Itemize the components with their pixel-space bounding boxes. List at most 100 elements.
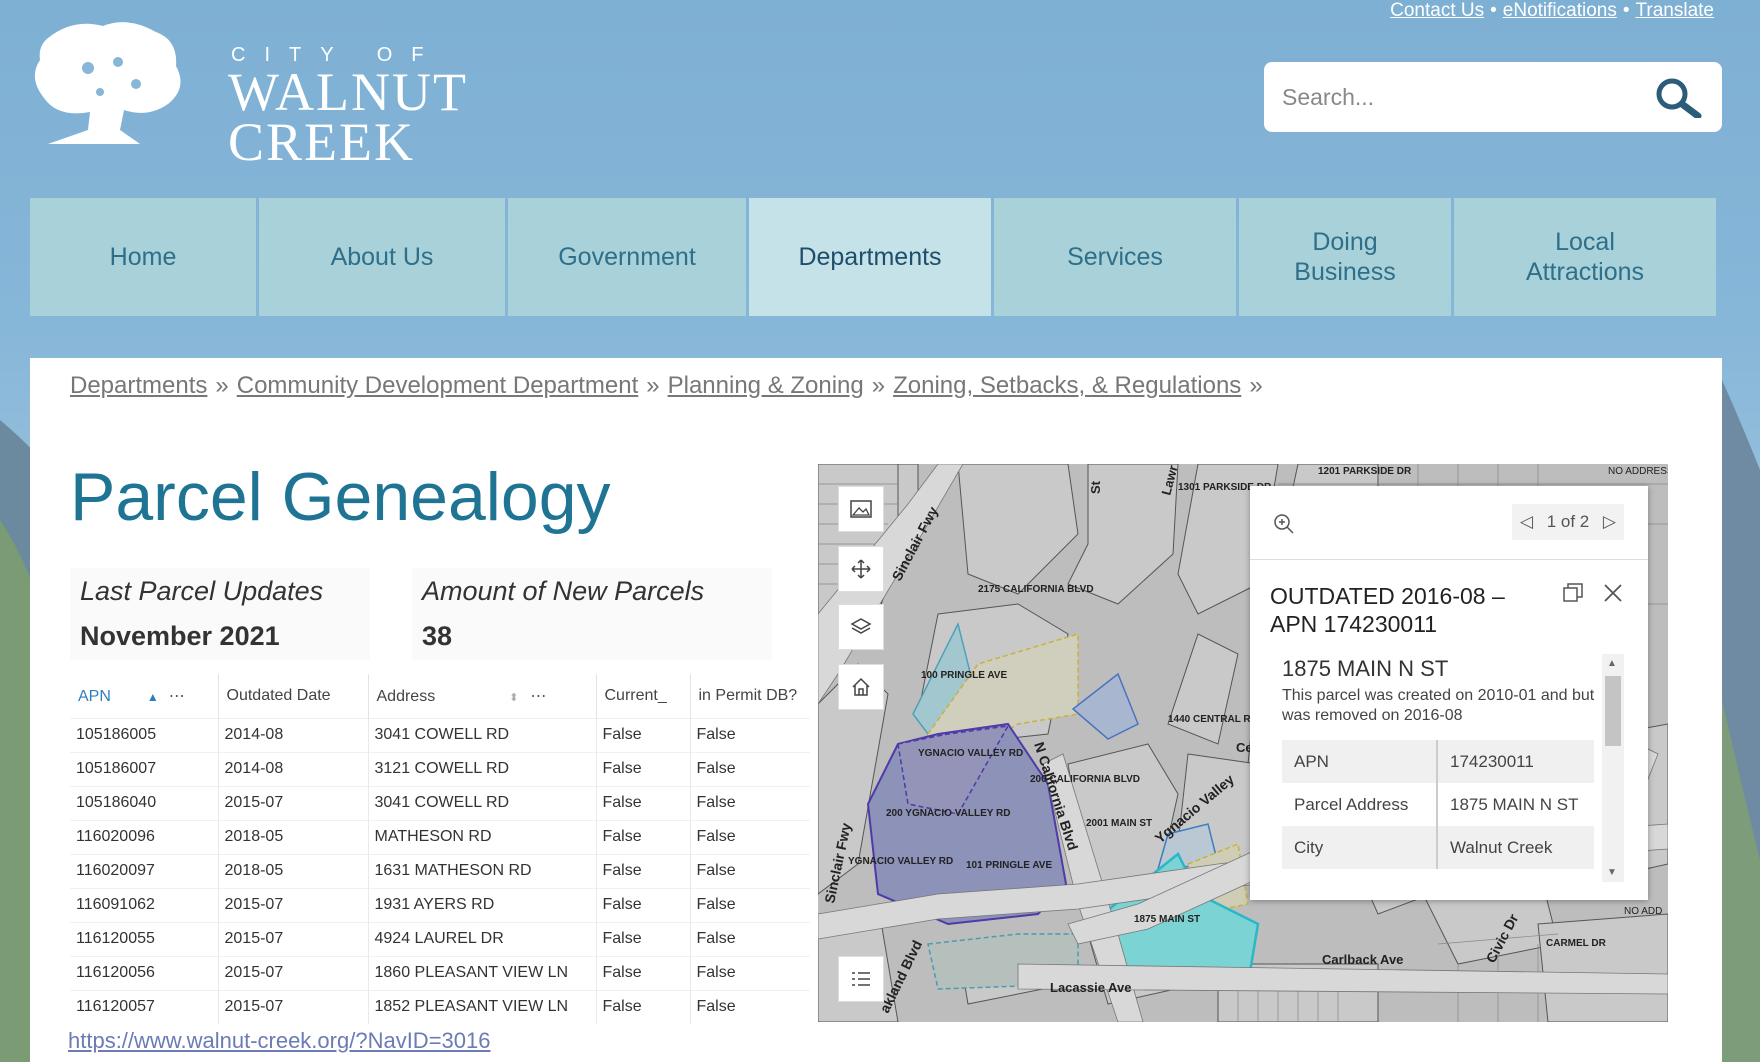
map-label-carlback: Carlback Ave — [1322, 952, 1403, 967]
breadcrumb-community-development[interactable]: Community Development Department — [237, 372, 639, 399]
previous-feature-icon[interactable]: ◁ — [1520, 512, 1533, 532]
table-cell: 2015-07 — [218, 887, 369, 922]
table-header-row: APN ▲ ⋯ Outdated Date Address ⬍ ⋯ Current_ i… — [70, 674, 810, 718]
legend-button[interactable] — [838, 956, 884, 1002]
table-cell: 2018-05 — [218, 819, 369, 854]
table-row[interactable]: 105186040 2015-07 3041 COWELL RD False False — [70, 785, 810, 820]
nav-home[interactable]: Home — [30, 198, 256, 316]
popup-address: 1875 MAIN N ST — [1282, 656, 1449, 681]
page-url-link[interactable]: https://www.walnut-creek.org/?NavID=3016 — [68, 1028, 490, 1054]
column-header-current[interactable]: Current_ — [596, 674, 691, 718]
search-box — [1264, 62, 1722, 132]
table-cell: False — [596, 785, 691, 820]
nav-services[interactable]: Services — [994, 198, 1236, 316]
table-row[interactable]: 116020096 2018-05 MATHESON RD False False — [70, 819, 810, 854]
nav-government[interactable]: Government — [508, 198, 746, 316]
column-menu-icon[interactable]: ⋯ — [169, 688, 185, 705]
search-input[interactable] — [1282, 83, 1652, 111]
popup-description: This parcel was created on 2010-01 and b… — [1282, 687, 1595, 724]
field-label: Parcel Address — [1282, 783, 1438, 826]
popup-scrollbar[interactable]: ▲ ▼ — [1602, 654, 1624, 882]
table-cell: False — [690, 751, 810, 786]
table-cell: 2015-07 — [218, 785, 369, 820]
scroll-down-icon[interactable]: ▼ — [1607, 867, 1617, 878]
map-label-st: St — [1088, 480, 1103, 494]
popup-pager: ◁ 1 of 2 ▷ — [1512, 504, 1624, 540]
map-label-carmel: CARMEL DR — [1546, 938, 1607, 949]
close-icon[interactable] — [1602, 582, 1624, 604]
table-cell: False — [690, 955, 810, 990]
breadcrumb-zoning-setbacks[interactable]: Zoning, Setbacks, & Regulations — [893, 372, 1241, 399]
table-row[interactable]: 105186005 2014-08 3041 COWELL RD False False — [70, 717, 810, 752]
table-row[interactable]: 105186007 2014-08 3121 COWELL RD False False — [70, 751, 810, 786]
table-cell: 116091062 — [70, 887, 219, 922]
home-icon — [852, 677, 870, 696]
basemap-gallery-button[interactable] — [838, 486, 884, 532]
table-row[interactable]: 116120055 2015-07 4924 LAUREL DR False False — [70, 921, 810, 956]
table-cell: 2015-07 — [218, 989, 369, 1024]
table-cell: False — [596, 853, 691, 888]
last-update-label: Last Parcel Updates — [80, 576, 324, 606]
sort-ascending-icon[interactable]: ▲ — [147, 690, 159, 704]
scrollbar-thumb[interactable] — [1605, 676, 1621, 746]
table-cell: 105186007 — [70, 751, 219, 786]
map-label-lacassie: Lacassie Ave — [1050, 980, 1131, 995]
table-row[interactable]: 116120056 2015-07 1860 PLEASANT VIEW LN Fal… — [70, 955, 810, 990]
column-header-address[interactable]: Address ⬍ ⋯ — [368, 674, 597, 718]
search-icon[interactable] — [1652, 76, 1704, 118]
home-extent-button[interactable] — [838, 664, 884, 710]
dock-icon[interactable] — [1562, 582, 1584, 604]
table-row[interactable]: 116020097 2018-05 1631 MATHESON RD False Fal… — [70, 853, 810, 888]
table-row[interactable]: 116091062 2015-07 1931 AYERS RD False False — [70, 887, 810, 922]
table-cell: 116120055 — [70, 921, 219, 956]
column-header-permit-db[interactable]: in Permit DB? — [690, 674, 810, 718]
breadcrumb: Departments» Community Development Depart… — [70, 372, 1263, 399]
city-logo[interactable]: CITY OF WALNUT CREEK — [28, 18, 466, 169]
table-cell: 1852 PLEASANT VIEW LN — [368, 989, 597, 1024]
page-title: Parcel Genealogy — [70, 459, 611, 535]
table-cell: 2014-08 — [218, 751, 369, 786]
nav-local-attractions[interactable]: Local Attractions — [1454, 198, 1716, 316]
table-cell: 105186005 — [70, 717, 219, 752]
field-label: City — [1282, 826, 1438, 869]
table-cell: 1860 PLEASANT VIEW LN — [368, 955, 597, 990]
utility-links: Contact Us • eNotifications • Translate — [1390, 0, 1715, 21]
table-cell: 3041 COWELL RD — [368, 717, 597, 752]
next-feature-icon[interactable]: ▷ — [1603, 512, 1616, 532]
main-nav: Home About Us Government Departments Ser… — [30, 198, 1722, 316]
layers-button[interactable] — [838, 604, 884, 650]
map-label-pringle-100: 100 PRINGLE AVE — [921, 670, 1007, 681]
column-header-apn[interactable]: APN ▲ ⋯ — [70, 674, 219, 718]
zoom-to-icon[interactable] — [1272, 512, 1296, 536]
breadcrumb-planning-zoning[interactable]: Planning & Zoning — [668, 372, 864, 399]
popup-title: OUTDATED 2016-08 – APN 174230011 — [1270, 583, 1505, 637]
nav-doing-business[interactable]: Doing Business — [1239, 198, 1451, 316]
table-cell: False — [596, 887, 691, 922]
table-cell: False — [690, 819, 810, 854]
table-cell: False — [596, 819, 691, 854]
map-label-no-address-1: NO ADDRESS — [1608, 466, 1668, 477]
scroll-up-icon[interactable]: ▲ — [1607, 658, 1617, 669]
table-cell: 3121 COWELL RD — [368, 751, 597, 786]
navigate-button[interactable] — [838, 546, 884, 592]
nav-departments[interactable]: Departments — [749, 198, 991, 316]
table-cell: False — [690, 921, 810, 956]
table-cell: 1631 MATHESON RD — [368, 853, 597, 888]
column-menu-icon[interactable]: ⋯ — [530, 688, 546, 705]
table-cell: False — [690, 853, 810, 888]
table-cell: 105186040 — [70, 785, 219, 820]
enotifications-link[interactable]: eNotifications — [1503, 0, 1617, 21]
table-row[interactable]: 116120057 2015-07 1852 PLEASANT VIEW LN Fal… — [70, 989, 810, 1024]
table-cell: False — [596, 989, 691, 1024]
column-header-outdated-date[interactable]: Outdated Date — [218, 674, 369, 718]
popup-fields-table: APN 174230011 Parcel Address 1875 MAIN N S… — [1282, 740, 1594, 869]
translate-link[interactable]: Translate — [1636, 0, 1715, 21]
contact-us-link[interactable]: Contact Us — [1390, 0, 1484, 21]
breadcrumb-departments[interactable]: Departments — [70, 372, 207, 399]
map-label-no-address-2: NO ADD — [1624, 906, 1662, 917]
nav-about-us[interactable]: About Us — [259, 198, 505, 316]
popup-field-row: City Walnut Creek — [1282, 826, 1594, 869]
sort-icon[interactable]: ⬍ — [509, 692, 518, 704]
map-label-main-1875: 1875 MAIN ST — [1134, 914, 1200, 925]
table-cell: False — [690, 887, 810, 922]
